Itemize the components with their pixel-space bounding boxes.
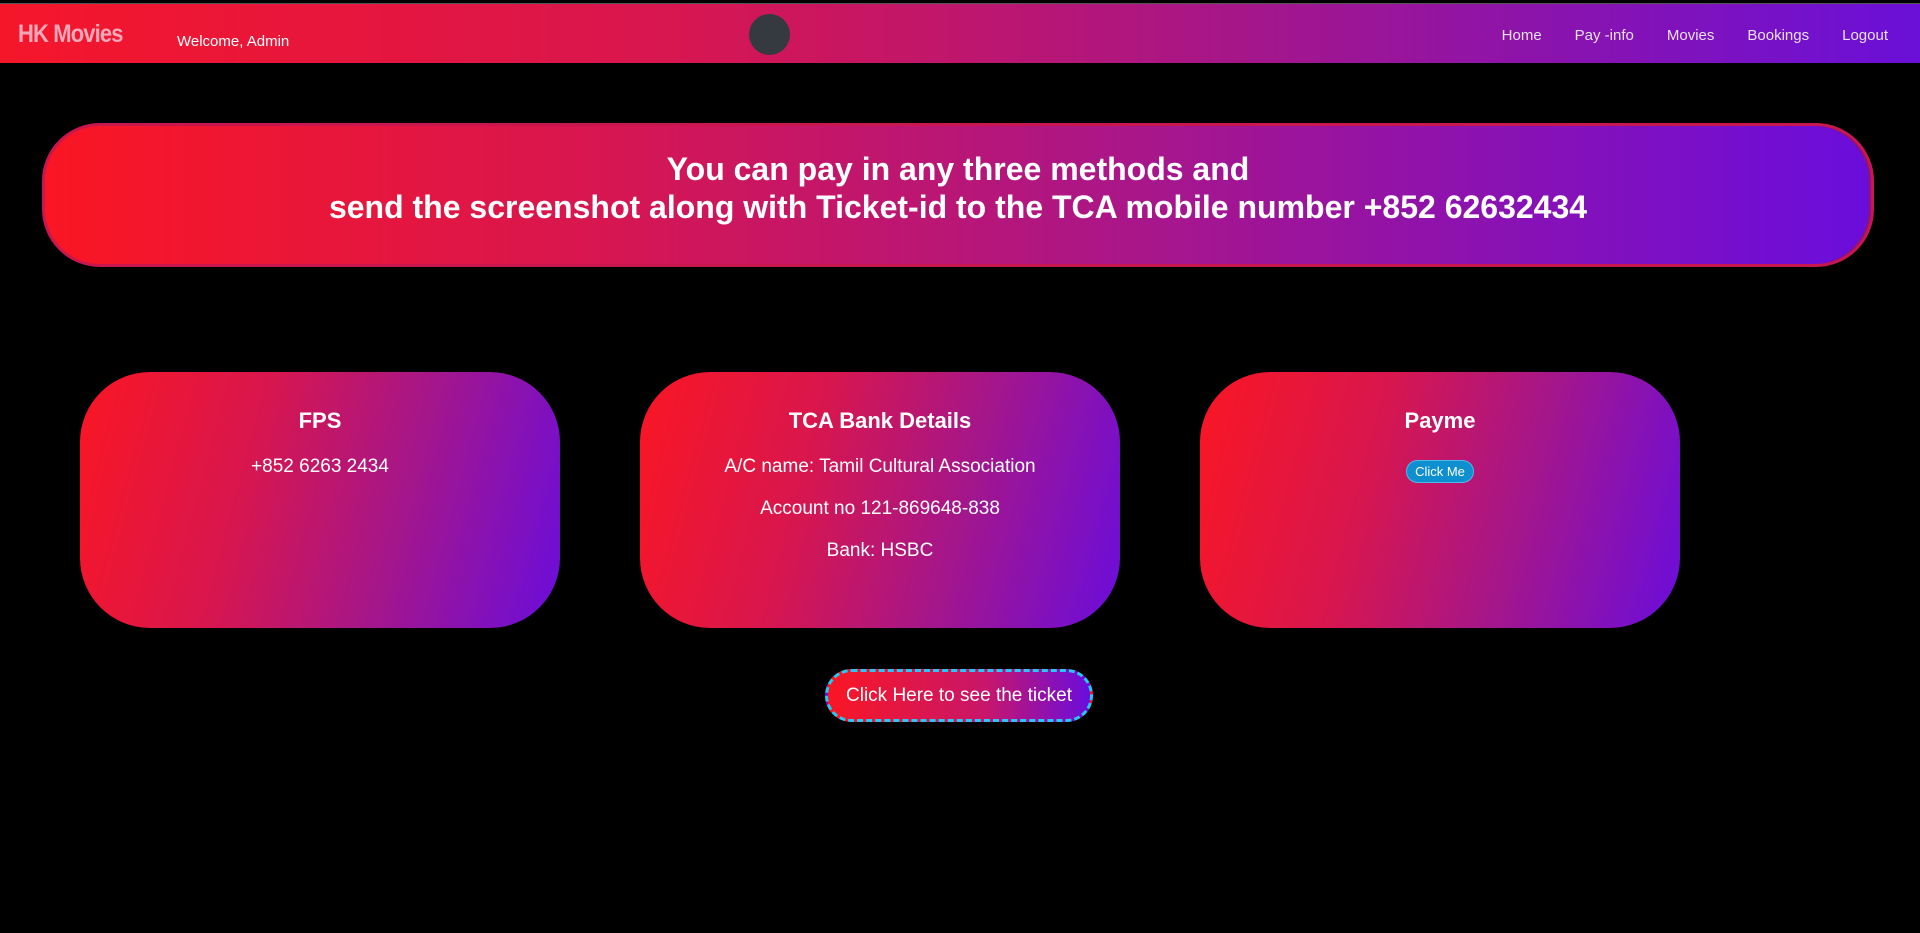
banner-line-1: You can pay in any three methods and [666,151,1250,187]
nav-link-pay-info[interactable]: Pay -info [1575,27,1634,44]
bank-account-no: Account no 121-869648-838 [760,498,1000,519]
nav-links: Home Pay -info Movies Bookings Logout [1469,27,1888,44]
nav-link-bookings[interactable]: Bookings [1747,27,1809,44]
nav-link-home[interactable]: Home [1502,27,1542,44]
payme-click-button[interactable]: Click Me [1406,460,1474,483]
see-ticket-button[interactable]: Click Here to see the ticket [825,669,1093,722]
payment-instructions-banner: You can pay in any three methods and sen… [42,123,1874,267]
fps-title: FPS [298,408,342,433]
brand-logo[interactable]: HK Movies [18,20,123,49]
bank-name: Bank: HSBC [826,540,934,561]
top-navbar: HK Movies Welcome, Admin Home Pay -info … [0,3,1920,63]
nav-link-logout[interactable]: Logout [1842,27,1888,44]
avatar[interactable] [749,14,790,55]
banner-line-2: send the screenshot along with Ticket-id… [328,189,1588,225]
fps-card: FPS +852 6263 2434 [80,372,560,628]
bank-ac-name: A/C name: Tamil Cultural Association [724,456,1036,477]
nav-link-movies[interactable]: Movies [1667,27,1715,44]
welcome-text: Welcome, Admin [177,33,290,50]
banner-heading: You can pay in any three methods and sen… [45,126,1871,226]
payme-card: Payme Click Me [1200,372,1680,628]
bank-title: TCA Bank Details [788,408,972,433]
fps-phone: +852 6263 2434 [251,456,389,477]
bank-details-card: TCA Bank Details A/C name: Tamil Cultura… [640,372,1120,628]
payme-title: Payme [1404,408,1476,433]
